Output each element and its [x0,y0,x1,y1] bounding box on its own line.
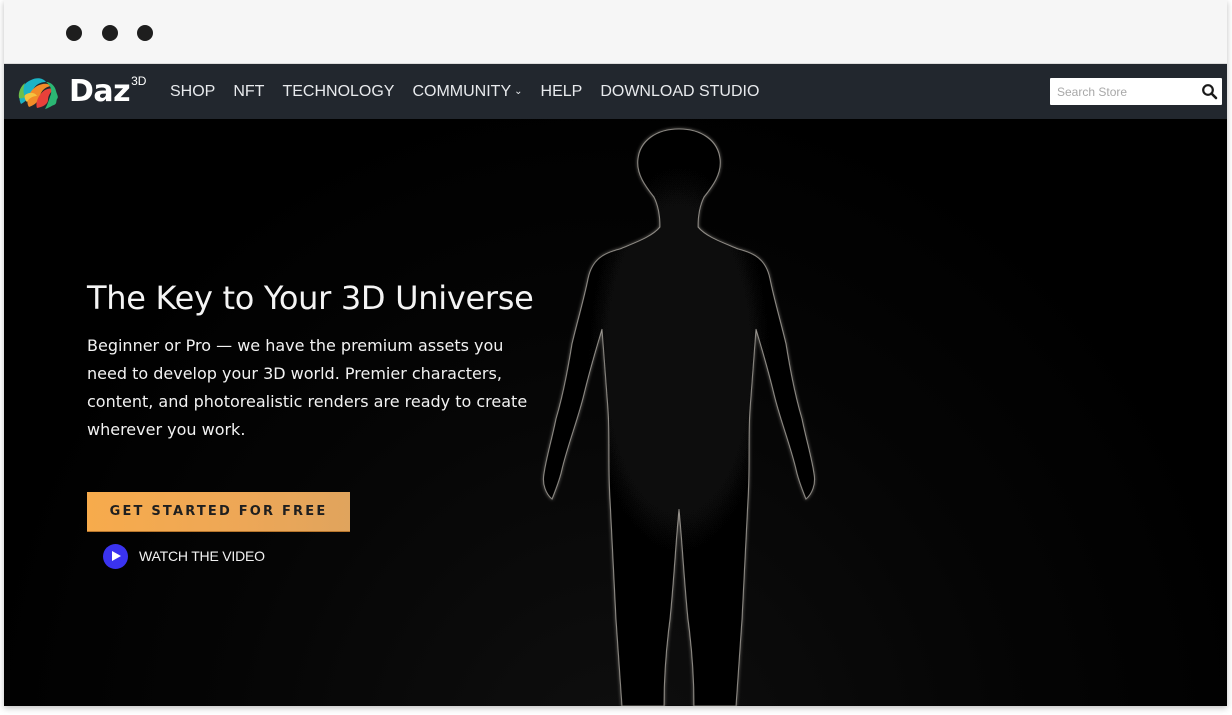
site-navbar: Daz 3D SHOP NFT TECHNOLOGY COMMUNITY ⌄ H… [4,64,1227,119]
nav-link-label: SHOP [170,82,216,100]
get-started-button[interactable]: GET STARTED FOR FREE [87,492,350,532]
window-close-button[interactable] [66,25,82,41]
nav-link-technology[interactable]: TECHNOLOGY [282,83,394,101]
nav-link-shop[interactable]: SHOP [170,83,215,101]
window-maximize-button[interactable] [137,25,153,41]
nav-link-nft[interactable]: NFT [233,83,264,101]
nav-link-community[interactable]: COMMUNITY ⌄ [412,83,522,101]
hero-description: Beginner or Pro — we have the premium as… [87,336,528,439]
nav-link-label: TECHNOLOGY [282,82,395,100]
watch-video-label: WATCH THE VIDEO [139,548,265,564]
window-minimize-button[interactable] [102,25,118,41]
chevron-down-icon: ⌄ [514,86,523,97]
nav-link-label: NFT [233,82,265,100]
hero-figure-image [542,128,816,706]
nav-link-label: DOWNLOAD STUDIO [600,82,760,100]
main-nav: SHOP NFT TECHNOLOGY COMMUNITY ⌄ HELP DOW… [170,64,777,119]
nav-link-label: HELP [540,82,583,100]
logo-superscript: 3D [131,74,147,88]
search-icon[interactable] [1201,83,1218,100]
store-search [1050,78,1222,105]
hero-section: The Key to Your 3D Universe Beginner or … [4,119,1227,706]
hero-title: The Key to Your 3D Universe [87,279,534,317]
window-titlebar [4,0,1227,64]
daz3d-logo-icon [18,78,58,109]
logo-wordmark: Daz [69,74,131,109]
search-input[interactable] [1050,78,1197,105]
play-icon [103,543,128,569]
daz3d-logo-link[interactable]: Daz 3D [15,74,146,110]
browser-window: Daz 3D SHOP NFT TECHNOLOGY COMMUNITY ⌄ H… [4,0,1227,706]
nav-link-help[interactable]: HELP [541,83,583,101]
watch-video-link[interactable]: WATCH THE VIDEO [103,543,265,569]
nav-link-label: COMMUNITY [412,82,512,100]
nav-link-download-studio[interactable]: DOWNLOAD STUDIO [600,83,759,101]
